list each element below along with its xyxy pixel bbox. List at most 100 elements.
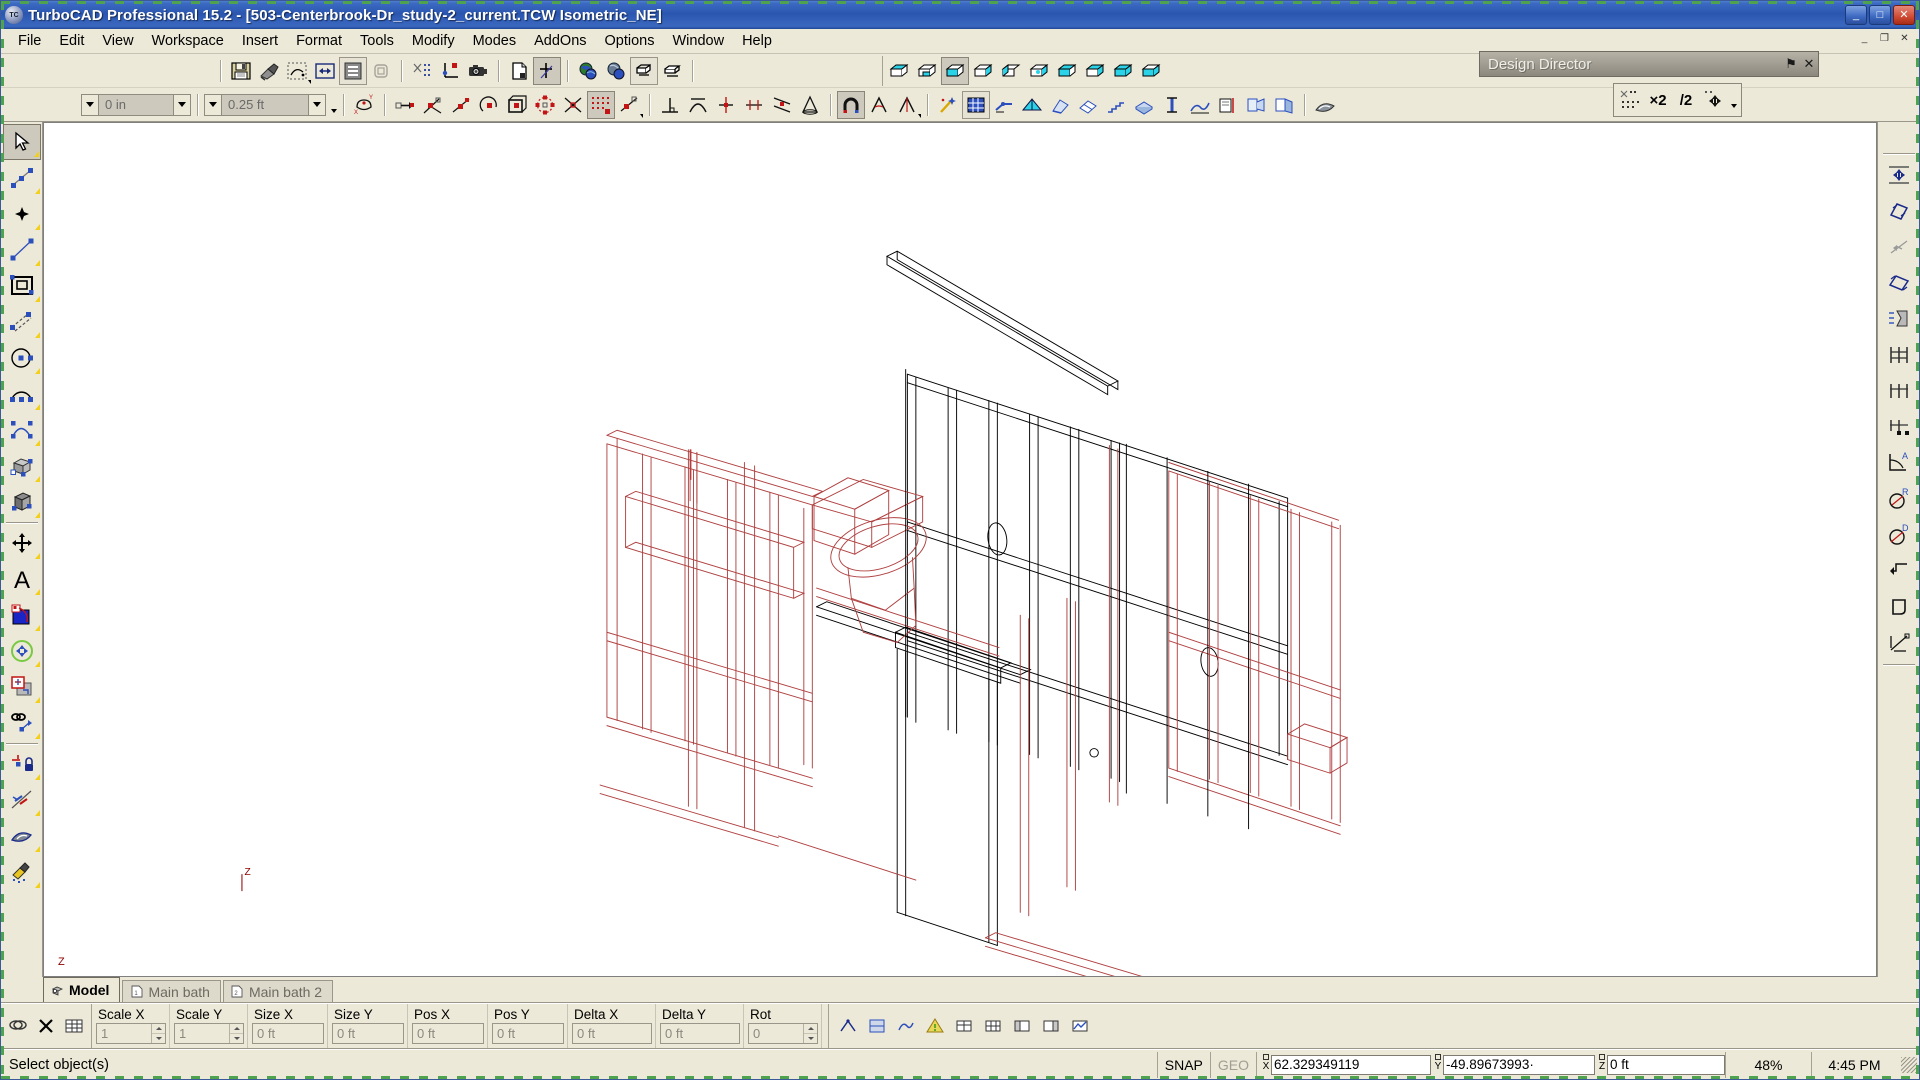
menu-view[interactable]: View: [93, 30, 142, 53]
field-pos-x-input[interactable]: 0 ft: [412, 1023, 484, 1044]
menu-options[interactable]: Options: [596, 30, 664, 53]
menu-format[interactable]: Format: [287, 30, 351, 53]
camera-icon[interactable]: [464, 57, 492, 85]
rectangle-tool-icon[interactable]: [3, 268, 41, 304]
menu-help[interactable]: Help: [733, 30, 781, 53]
photo-render-icon[interactable]: [1270, 91, 1298, 119]
window-resize-grip[interactable]: [1901, 1056, 1917, 1073]
snap-ortho-icon[interactable]: [835, 1013, 861, 1039]
curve-tool-icon[interactable]: [3, 412, 41, 448]
line-width-combo[interactable]: 0 in: [81, 93, 191, 116]
menu-insert[interactable]: Insert: [233, 30, 287, 53]
field-rot-spinner[interactable]: [803, 1024, 817, 1043]
format-painter-icon[interactable]: [255, 57, 283, 85]
move-tool-icon[interactable]: [3, 525, 41, 561]
status-geo-indicator[interactable]: GEO: [1209, 1051, 1256, 1078]
field-scale-y-spinner[interactable]: [229, 1024, 243, 1043]
view-bottom-icon[interactable]: [913, 57, 941, 85]
prop-pointer-icon[interactable]: [5, 1013, 31, 1039]
text-tool-icon[interactable]: A: [3, 561, 41, 597]
material-icon[interactable]: [1311, 91, 1339, 119]
field-rot-input[interactable]: 0: [748, 1023, 818, 1044]
coord-x-lock-toggle[interactable]: X: [1261, 1053, 1271, 1077]
mini-toolbar-overflow-arrow-icon[interactable]: [1728, 86, 1739, 114]
snap-circle-quadrant-icon[interactable]: [531, 91, 559, 119]
chart-icon[interactable]: [1067, 1013, 1093, 1039]
grid-move-icon[interactable]: [1700, 86, 1728, 114]
mdi-restore-button[interactable]: ❐: [1876, 32, 1893, 47]
modify-tool-icon[interactable]: [3, 669, 41, 705]
coord-z-lock-toggle[interactable]: Z: [1597, 1053, 1607, 1077]
dim-angular-icon[interactable]: A: [1880, 445, 1918, 481]
shade-tool-icon[interactable]: [3, 818, 41, 854]
door-tool-icon[interactable]: [1046, 91, 1074, 119]
select-tool-icon[interactable]: [2, 124, 41, 160]
dim-radius-icon[interactable]: R: [1880, 481, 1918, 517]
cad-drawing[interactable]: Z: [44, 123, 1876, 976]
render-tool-icon[interactable]: [3, 854, 41, 890]
render-globe-icon[interactable]: [574, 57, 602, 85]
view-left-icon[interactable]: [997, 57, 1025, 85]
dim-aligned-icon[interactable]: [1880, 229, 1918, 265]
extrude-tool-icon[interactable]: [3, 484, 41, 520]
select-by-icon[interactable]: [283, 57, 311, 85]
snap-perpendicular-icon[interactable]: [656, 91, 684, 119]
dim-continue-icon[interactable]: [1880, 373, 1918, 409]
view-top-icon[interactable]: [885, 57, 913, 85]
snap-parallel-icon[interactable]: [768, 91, 796, 119]
detail-tool-icon[interactable]: [1242, 91, 1270, 119]
snap-intersection-icon[interactable]: [559, 91, 587, 119]
wireframe-icon[interactable]: [658, 57, 686, 85]
snap-workplane-icon[interactable]: Y X: [350, 91, 378, 119]
align-icon[interactable]: [311, 57, 339, 85]
circle-tool-icon[interactable]: [3, 340, 41, 376]
layer-height-dropdown-arrow-icon[interactable]: [308, 94, 325, 115]
menu-window[interactable]: Window: [664, 30, 734, 53]
snap-midpoint-icon[interactable]: [447, 91, 475, 119]
snap-angle-2-icon[interactable]: [893, 91, 921, 119]
snap-object-icon[interactable]: [893, 1013, 919, 1039]
coord-z-input[interactable]: 0 ft: [1607, 1054, 1725, 1075]
snap-polar-icon[interactable]: [864, 1013, 890, 1039]
dim-area-icon[interactable]: [1880, 625, 1918, 661]
dim-diameter-icon[interactable]: D: [1880, 517, 1918, 553]
tab-model[interactable]: Model: [43, 977, 121, 1002]
magnet-snap-icon[interactable]: [837, 90, 865, 119]
view-iso-sw-icon[interactable]: [1053, 57, 1081, 85]
warn-icon[interactable]: [922, 1013, 948, 1039]
snap-arc-center-icon[interactable]: [475, 91, 503, 119]
chain-tool-icon[interactable]: [3, 705, 41, 741]
snap-point-icon[interactable]: [391, 91, 419, 119]
arc-tool-icon[interactable]: [3, 376, 41, 412]
hidden-line-icon[interactable]: [630, 56, 658, 85]
view-iso-se-icon[interactable]: [1081, 57, 1109, 85]
dim-linear-icon[interactable]: [1880, 193, 1918, 229]
dim-leader-icon[interactable]: [1880, 301, 1918, 337]
mdi-minimize-button[interactable]: _: [1856, 32, 1873, 47]
snap-nearest-icon[interactable]: [615, 91, 643, 119]
status-zoom-level[interactable]: 48%: [1725, 1051, 1811, 1078]
view-right-icon[interactable]: [1025, 57, 1053, 85]
view-back-icon[interactable]: [969, 57, 997, 85]
menu-tools[interactable]: Tools: [351, 30, 403, 53]
magic-wand-icon[interactable]: [934, 91, 962, 119]
snap-vertex-icon[interactable]: [419, 91, 447, 119]
layer-icon[interactable]: [951, 1013, 977, 1039]
dim-balloon-icon[interactable]: [1880, 589, 1918, 625]
panel-b-icon[interactable]: [1038, 1013, 1064, 1039]
new-sheet-icon[interactable]: [505, 57, 533, 85]
dim-ordinate-icon[interactable]: [1880, 409, 1918, 445]
properties-icon[interactable]: [339, 56, 367, 85]
status-snap-indicator[interactable]: SNAP: [1156, 1051, 1210, 1078]
menu-modes[interactable]: Modes: [464, 30, 526, 53]
explode-tool-icon[interactable]: [3, 633, 41, 669]
window-minimize-button[interactable]: _: [1845, 5, 1867, 25]
panel-a-icon[interactable]: [1009, 1013, 1035, 1039]
line-width-dropdown-arrow-icon[interactable]: [173, 94, 190, 115]
tab-main-bath[interactable]: 1 Main bath: [122, 980, 221, 1002]
workplane-icon[interactable]: [436, 57, 464, 85]
render-globe-2-icon[interactable]: [602, 57, 630, 85]
grid-overlay-icon[interactable]: [962, 90, 990, 119]
menu-addons[interactable]: AddOns: [525, 30, 595, 53]
grid-div2-icon[interactable]: /2: [1672, 86, 1700, 114]
